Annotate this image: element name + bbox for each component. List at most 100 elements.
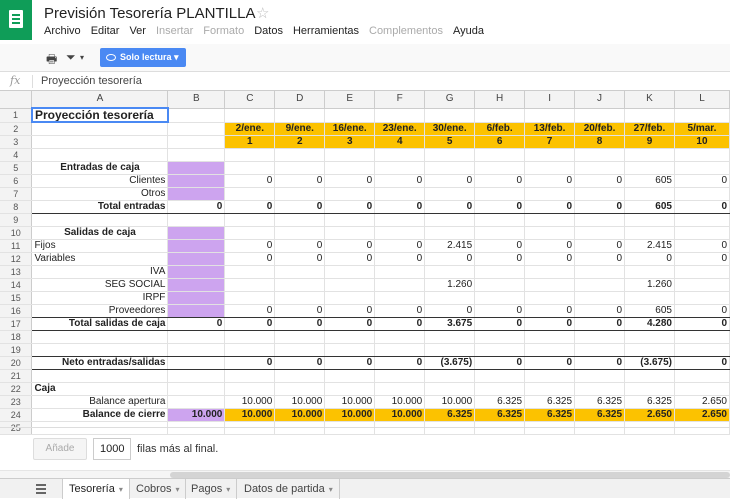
cell-b17[interactable]: 0 [167, 317, 226, 331]
cell-h23[interactable]: 6.325 [474, 395, 526, 409]
cell-h7[interactable] [474, 187, 526, 201]
column-header-g[interactable]: G [424, 91, 476, 109]
cell-f9[interactable] [374, 213, 426, 227]
cell-d11[interactable]: 0 [274, 239, 326, 253]
row-header[interactable]: 12 [0, 252, 33, 266]
cell-d1[interactable] [274, 108, 326, 123]
cell-c15[interactable] [224, 291, 276, 305]
cell-a21[interactable] [31, 369, 169, 383]
add-rows-button[interactable]: Añade [33, 438, 87, 460]
row-header[interactable]: 4 [0, 148, 33, 162]
menu-ver[interactable]: Ver [129, 25, 146, 37]
cell-k4[interactable] [624, 148, 675, 162]
cell-g7[interactable] [424, 187, 476, 201]
cell-b3[interactable] [167, 135, 226, 149]
cell-k18[interactable] [624, 330, 675, 344]
cell-e22[interactable] [324, 382, 376, 396]
cell-f17[interactable]: 0 [374, 317, 426, 331]
column-header-d[interactable]: D [274, 91, 326, 109]
row-header[interactable]: 13 [0, 265, 33, 279]
cell-b4[interactable] [167, 148, 226, 162]
cell-c7[interactable] [224, 187, 276, 201]
cell-b10[interactable] [167, 226, 226, 240]
cell-k10[interactable] [624, 226, 675, 240]
cell-k24[interactable]: 2.650 [624, 408, 675, 422]
cell-l9[interactable] [674, 213, 730, 227]
cell-i13[interactable] [524, 265, 576, 279]
cell-d6[interactable]: 0 [274, 174, 326, 188]
cell-g6[interactable]: 0 [424, 174, 476, 188]
cell-g2[interactable]: 30/ene. [424, 122, 476, 136]
row-header[interactable]: 24 [0, 408, 33, 422]
cell-j9[interactable] [574, 213, 626, 227]
cell-h14[interactable] [474, 278, 526, 292]
row-header[interactable]: 9 [0, 213, 33, 227]
cell-f13[interactable] [374, 265, 426, 279]
cell-k9[interactable] [624, 213, 675, 227]
cell-h20[interactable]: 0 [474, 356, 526, 370]
cell-a18[interactable] [31, 330, 169, 344]
cell-j7[interactable] [574, 187, 626, 201]
cell-b20[interactable] [167, 356, 226, 370]
cell-e5[interactable] [324, 161, 376, 175]
cell-h16[interactable]: 0 [474, 304, 526, 318]
cell-g1[interactable] [424, 108, 476, 123]
cell-l2[interactable]: 5/mar. [674, 122, 730, 136]
cell-j2[interactable]: 20/feb. [574, 122, 626, 136]
menu-ayuda[interactable]: Ayuda [453, 25, 484, 37]
cell-e7[interactable] [324, 187, 376, 201]
cell-g3[interactable]: 5 [424, 135, 476, 149]
cell-a12[interactable]: Variables [31, 252, 169, 266]
cell-a24[interactable]: Balance de cierre [31, 408, 169, 422]
cell-a7[interactable]: Otros [31, 187, 169, 201]
cell-b15[interactable] [167, 291, 226, 305]
cell-i18[interactable] [524, 330, 576, 344]
cell-l17[interactable]: 0 [674, 317, 730, 331]
cell-c17[interactable]: 0 [224, 317, 276, 331]
column-header-h[interactable]: H [474, 91, 526, 109]
cell-c10[interactable] [224, 226, 276, 240]
cell-d21[interactable] [274, 369, 326, 383]
cell-a15[interactable]: IRPF [31, 291, 169, 305]
cell-b21[interactable] [167, 369, 226, 383]
menu-datos[interactable]: Datos [254, 25, 283, 37]
cell-i11[interactable]: 0 [524, 239, 576, 253]
menu-insertar[interactable]: Insertar [156, 25, 193, 37]
cell-e13[interactable] [324, 265, 376, 279]
cell-k3[interactable]: 9 [624, 135, 675, 149]
cell-d3[interactable]: 2 [274, 135, 326, 149]
cell-c6[interactable]: 0 [224, 174, 276, 188]
cell-k6[interactable]: 605 [624, 174, 675, 188]
cell-k13[interactable] [624, 265, 675, 279]
cell-i14[interactable] [524, 278, 576, 292]
cell-k7[interactable] [624, 187, 675, 201]
cell-k14[interactable]: 1.260 [624, 278, 675, 292]
cell-f21[interactable] [374, 369, 426, 383]
cell-e12[interactable]: 0 [324, 252, 376, 266]
cell-d12[interactable]: 0 [274, 252, 326, 266]
cell-j11[interactable]: 0 [574, 239, 626, 253]
cell-c20[interactable]: 0 [224, 356, 276, 370]
cell-b16[interactable] [167, 304, 226, 318]
cell-e8[interactable]: 0 [324, 200, 376, 214]
cell-a13[interactable]: IVA [31, 265, 169, 279]
cell-l1[interactable] [674, 108, 730, 123]
cell-h3[interactable]: 6 [474, 135, 526, 149]
cell-a17[interactable]: Total salidas de caja [31, 317, 169, 331]
cell-d8[interactable]: 0 [274, 200, 326, 214]
cell-h13[interactable] [474, 265, 526, 279]
cell-d18[interactable] [274, 330, 326, 344]
column-header-i[interactable]: I [524, 91, 576, 109]
cell-i22[interactable] [524, 382, 576, 396]
row-header[interactable]: 10 [0, 226, 33, 240]
cell-g19[interactable] [424, 343, 476, 357]
cell-i23[interactable]: 6.325 [524, 395, 576, 409]
cell-g17[interactable]: 3.675 [424, 317, 476, 331]
menu-herramientas[interactable]: Herramientas [293, 25, 359, 37]
cell-h22[interactable] [474, 382, 526, 396]
spreadsheet-grid[interactable]: A B C D E F G H I J K L 1 Proyección tesorería 2 2/ene.… [0, 91, 730, 435]
cell-b23[interactable] [167, 395, 226, 409]
cell-f8[interactable]: 0 [374, 200, 426, 214]
cell-e9[interactable] [324, 213, 376, 227]
cell-i20[interactable]: 0 [524, 356, 576, 370]
